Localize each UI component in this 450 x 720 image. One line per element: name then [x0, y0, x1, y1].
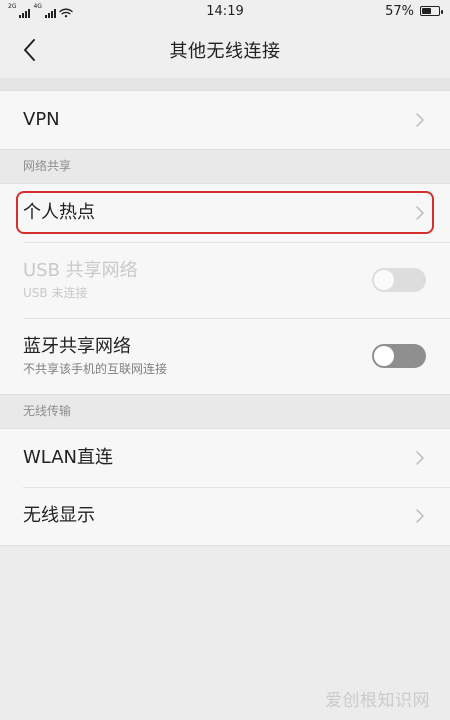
battery-fill: [422, 8, 432, 14]
chevron-right-icon: [414, 449, 426, 467]
wifi-icon: [59, 8, 73, 18]
toggle-knob: [374, 346, 394, 366]
wireless-transfer-group: WLAN直连 无线显示: [0, 428, 450, 546]
vpn-row[interactable]: VPN: [0, 91, 450, 149]
watermark: 爱创根知识网: [325, 691, 430, 711]
battery-status: 57%: [385, 3, 443, 19]
hotspot-row[interactable]: 个人热点: [0, 184, 450, 242]
signal-icon: [19, 8, 31, 18]
battery-icon: [420, 6, 443, 16]
section-network-sharing: 网络共享: [0, 150, 450, 183]
network-sharing-group: 个人热点 USB 共享网络 USB 未连接 蓝牙共享网络 不共享该手机的互联网连…: [0, 183, 450, 395]
chevron-right-icon: [414, 507, 426, 525]
wireless-display-label: 无线显示: [23, 505, 95, 526]
battery-percent: 57%: [385, 3, 414, 19]
back-button[interactable]: [18, 36, 42, 64]
bluetooth-tethering-label: 蓝牙共享网络: [23, 335, 131, 357]
usb-tethering-text: USB 共享网络 USB 未连接: [23, 260, 138, 301]
network-status: 2G 4G: [8, 4, 73, 18]
toggle-knob: [374, 270, 394, 290]
usb-tethering-subtitle: USB 未连接: [23, 285, 88, 300]
top-separator: [0, 78, 450, 90]
bluetooth-tethering-subtitle: 不共享该手机的互联网连接: [23, 361, 168, 376]
usb-tethering-label: USB 共享网络: [23, 259, 138, 281]
vpn-group: VPN: [0, 90, 450, 150]
bluetooth-tethering-toggle[interactable]: [372, 344, 426, 368]
chevron-right-icon: [414, 204, 426, 222]
section-wireless-transfer: 无线传输: [0, 395, 450, 428]
wireless-display-row[interactable]: 无线显示: [0, 487, 450, 545]
status-bar: 2G 4G 14:19 57%: [0, 0, 450, 22]
hotspot-text: 个人热点: [23, 202, 95, 224]
bluetooth-tethering-row[interactable]: 蓝牙共享网络 不共享该手机的互联网连接: [0, 318, 450, 394]
wlan-direct-label: WLAN直连: [23, 447, 114, 468]
back-icon: [24, 39, 35, 61]
bluetooth-tethering-text: 蓝牙共享网络 不共享该手机的互联网连接: [23, 336, 167, 377]
vpn-text: VPN: [23, 109, 60, 131]
vpn-label: VPN: [23, 109, 60, 130]
chevron-right-icon: [414, 111, 426, 129]
usb-tethering-row: USB 共享网络 USB 未连接: [0, 242, 450, 318]
wireless-display-text: 无线显示: [23, 505, 95, 527]
title-bar: 其他无线连接: [0, 22, 450, 78]
wlan-direct-text: WLAN直连: [23, 447, 113, 469]
signal-icon-secondary: [44, 8, 56, 18]
usb-tethering-toggle: [372, 268, 426, 292]
hotspot-label: 个人热点: [23, 202, 95, 223]
network-type-label-right: 4G: [33, 3, 42, 10]
network-type-label-left: 2G: [8, 3, 17, 10]
page-title: 其他无线连接: [169, 41, 281, 62]
wlan-direct-row[interactable]: WLAN直连: [0, 429, 450, 487]
